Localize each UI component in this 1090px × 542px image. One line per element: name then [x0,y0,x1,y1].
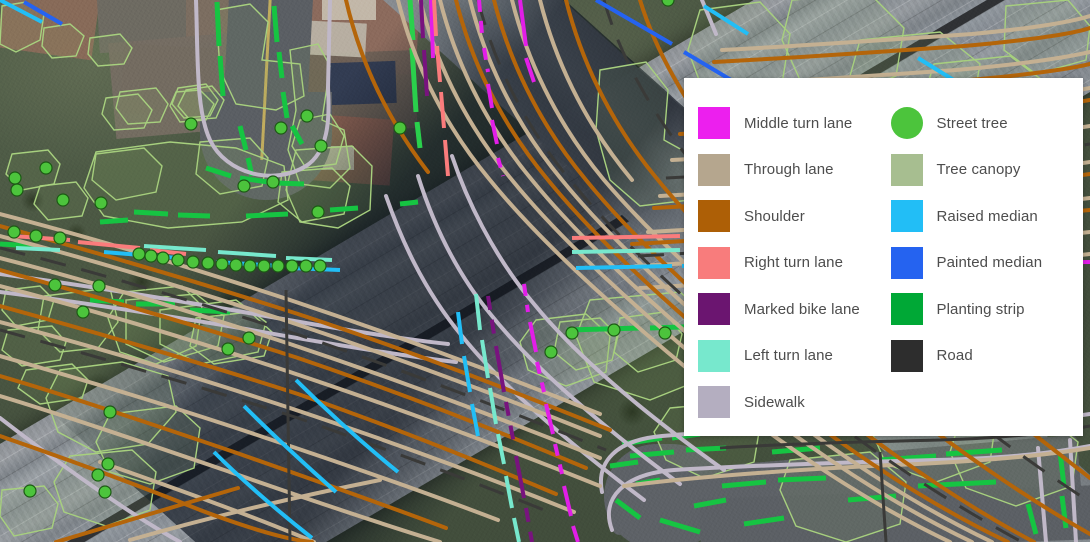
legend-label: Left turn lane [744,347,833,365]
legend-item-street-tree[interactable]: Street tree [890,100,1084,147]
legend-item-left-turn-lane[interactable]: Left turn lane [698,333,891,380]
legend-label: Middle turn lane [744,114,853,132]
square-swatch [890,200,923,233]
legend-label: Through lane [744,161,834,179]
legend-item-raised-median[interactable]: Raised median [890,193,1084,240]
map-application: Middle turn lane Street tree Through lan… [0,0,1090,542]
square-swatch [698,153,730,186]
square-swatch [698,339,730,372]
square-swatch [698,200,730,233]
legend-item-road[interactable]: Road [890,333,1084,380]
legend-item-painted-median[interactable]: Painted median [890,240,1084,287]
square-swatch [698,107,730,140]
square-swatch [890,153,923,186]
legend-label: Street tree [936,114,1008,132]
legend-item-through-lane[interactable]: Through lane [698,147,891,194]
legend-label: Painted median [936,254,1043,272]
legend-label: Tree canopy [936,161,1021,179]
legend-empty-cell [891,379,1084,426]
legend-label: Road [936,347,973,365]
legend-item-marked-bike-lane[interactable]: Marked bike lane [698,286,891,333]
legend-label: Shoulder [744,207,805,225]
legend-grid: Middle turn lane Street tree Through lan… [684,100,1083,426]
square-swatch [890,293,923,326]
legend-label: Raised median [936,207,1038,225]
square-swatch [890,339,923,372]
circle-swatch [890,107,923,140]
square-swatch [698,386,730,419]
legend-label: Marked bike lane [744,300,860,318]
legend-label: Right turn lane [744,254,844,272]
legend-item-planting-strip[interactable]: Planting strip [890,286,1084,333]
legend-label: Planting strip [936,300,1025,318]
legend-item-shoulder[interactable]: Shoulder [698,193,891,240]
legend-item-tree-canopy[interactable]: Tree canopy [890,147,1084,194]
legend-item-middle-turn-lane[interactable]: Middle turn lane [698,100,891,147]
legend-item-right-turn-lane[interactable]: Right turn lane [698,240,891,287]
square-swatch [890,246,923,279]
square-swatch [698,293,730,326]
legend-label: Sidewalk [744,393,805,411]
map-legend-panel[interactable]: Middle turn lane Street tree Through lan… [684,78,1083,436]
square-swatch [698,246,730,279]
legend-item-sidewalk[interactable]: Sidewalk [698,379,891,426]
